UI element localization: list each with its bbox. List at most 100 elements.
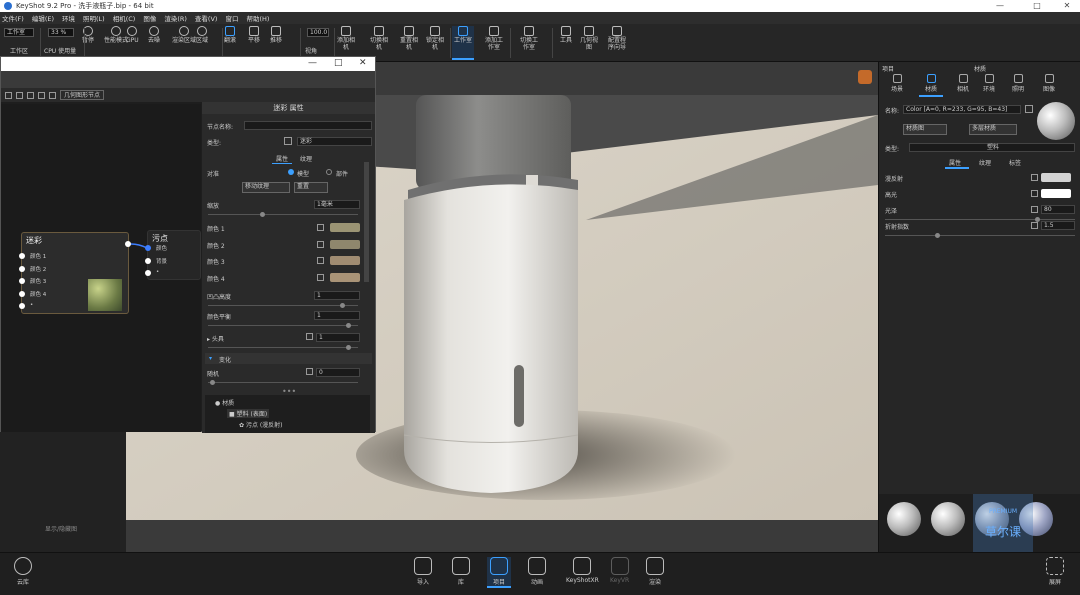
material-preview-ball[interactable] [1037, 102, 1075, 140]
menu-item-5[interactable]: 图像 [143, 13, 156, 23]
performance-button[interactable]: 性能模式 [104, 26, 128, 44]
material-graph-button[interactable]: 材质图 [903, 124, 947, 135]
material-name-input[interactable]: Color [A=0, R=233, G=95, B=43] [903, 105, 1021, 114]
diffuse-swatch[interactable] [1041, 173, 1071, 182]
texture-checker-icon[interactable] [317, 273, 324, 281]
menu-item-4[interactable]: 相机(C) [113, 13, 136, 23]
random-checker-icon[interactable] [306, 368, 313, 375]
animation-button[interactable]: 动画 [528, 557, 546, 586]
material-graph-window[interactable]: — □ ✕ 几何图形节点 迷彩 颜色 1 颜色 2 颜色 3 颜色 4 • 污点 颜色背… [0, 56, 376, 433]
library-ball-2[interactable] [931, 502, 965, 536]
tree-item-material[interactable]: ● 材质 [215, 398, 234, 407]
cloud-library-button[interactable]: 云库 [14, 557, 32, 586]
tab-5[interactable]: 图像 [1043, 74, 1055, 93]
subtab-1[interactable]: 纹理 [979, 158, 991, 167]
geometry-node-button[interactable]: 几何图形节点 [60, 90, 105, 100]
minimize-button[interactable]: — [985, 0, 1015, 12]
keyvr-button[interactable]: KeyVR [610, 557, 629, 584]
frame-tool-icon[interactable] [16, 91, 23, 99]
node-graph-canvas[interactable]: 迷彩 颜色 1 颜色 2 颜色 3 颜色 4 • 污点 颜色 背景 • [1, 104, 201, 432]
camo-node[interactable]: 迷彩 颜色 1 颜色 2 颜色 3 颜色 4 • [19, 232, 129, 314]
tab-texture[interactable]: 纹理 [300, 154, 312, 163]
pan-button[interactable]: 平移 [248, 26, 260, 44]
reset-button[interactable]: 重置 [294, 182, 328, 193]
color-3-swatch[interactable] [330, 256, 360, 265]
spots-input-port[interactable] [145, 257, 151, 264]
texture-checker-icon[interactable] [317, 257, 324, 264]
library-button[interactable]: 库 [452, 557, 470, 586]
close-button[interactable]: ✕ [1052, 0, 1080, 12]
render-status-icon[interactable] [858, 70, 872, 84]
tab-3[interactable]: 环境 [983, 74, 995, 93]
denoise-button[interactable]: 去噪 [148, 26, 160, 44]
texture-checker-icon[interactable] [306, 333, 313, 340]
prop-input-3[interactable]: 1.5 [1041, 221, 1075, 230]
texture-checker-icon[interactable] [317, 240, 324, 248]
texture-checker-icon[interactable] [1031, 190, 1038, 197]
prop-input-2[interactable]: 80 [1041, 205, 1075, 214]
radio-part[interactable] [326, 169, 332, 175]
camo-input-port[interactable] [19, 303, 25, 309]
prop-slider-2[interactable] [885, 217, 1075, 222]
fov-input[interactable]: 100.0 [307, 28, 329, 37]
random-slider[interactable] [208, 380, 358, 385]
geometry-view-button[interactable]: 几何视图 [578, 26, 600, 51]
color-4-swatch[interactable] [330, 272, 360, 282]
texture-checker-icon[interactable] [1031, 222, 1038, 229]
workspace-dropdown[interactable]: 工作室 [4, 28, 34, 37]
menu-item-6[interactable]: 渲染(R) [164, 13, 187, 23]
texture-checker-icon[interactable] [1031, 174, 1038, 181]
area-button[interactable]: 区域 [196, 26, 208, 44]
add-camera-button[interactable]: 添加相机 [335, 26, 357, 51]
variation-section[interactable]: ▾ 变化 [205, 353, 372, 364]
texture-checker-icon[interactable] [317, 224, 324, 231]
save-material-icon[interactable] [1025, 105, 1033, 113]
texture-checker-icon[interactable] [1031, 206, 1038, 213]
maximize-button[interactable]: □ [1022, 0, 1052, 12]
block-input[interactable]: 1 [316, 333, 360, 342]
menu-item-1[interactable]: 编辑(E) [32, 13, 54, 23]
tab-4[interactable]: 照明 [1012, 74, 1024, 93]
graph-maximize-button[interactable]: □ [334, 58, 343, 68]
connect-tool-icon[interactable] [49, 91, 56, 99]
tools-button[interactable]: 工具 [555, 26, 577, 44]
tab-properties[interactable]: 属性 [272, 154, 293, 164]
cpu-usage-dropdown[interactable]: 33 % [48, 28, 74, 37]
type-dropdown[interactable]: 迷彩 [297, 137, 372, 146]
camo-input-port[interactable] [19, 278, 25, 284]
tree-item-spots[interactable]: ✿ 污点 (漫反射) [239, 420, 283, 429]
graph-close-button[interactable]: ✕ [359, 58, 367, 68]
library-ball-1[interactable] [887, 502, 921, 536]
select-tool-icon[interactable] [5, 91, 12, 99]
camo-input-port[interactable] [19, 253, 25, 259]
camo-input-port[interactable] [19, 265, 25, 272]
switch-camera-button[interactable]: 切换相机 [368, 26, 390, 51]
reset-camera-button[interactable]: 重置相机 [398, 26, 420, 51]
menu-item-0[interactable]: 文件(F) [2, 13, 24, 23]
subtab-2[interactable]: 标签 [1009, 158, 1021, 167]
switch-studio-button[interactable]: 切换工作室 [518, 26, 540, 51]
render-button[interactable]: 渲染 [646, 557, 664, 586]
project-button[interactable]: 项目 [487, 557, 511, 588]
keyshotxr-button[interactable]: KeyShotXR [566, 557, 599, 584]
color-balance-slider[interactable] [208, 323, 358, 328]
dolly-button[interactable]: 推移 [270, 26, 282, 44]
color-2-swatch[interactable] [330, 239, 360, 249]
studio-button[interactable]: 工作室 [452, 26, 474, 60]
presentation-button[interactable]: 展屏 [1046, 557, 1064, 586]
import-button[interactable]: 导入 [414, 557, 432, 586]
move-texture-button[interactable]: 移动纹理 [242, 182, 290, 193]
bump-input[interactable]: 1 [314, 291, 360, 300]
radio-model[interactable] [288, 169, 294, 175]
tab-2[interactable]: 相机 [957, 74, 969, 93]
menu-item-7[interactable]: 查看(V) [195, 13, 218, 23]
configurator-button[interactable]: 配置程序向导 [606, 26, 628, 51]
props-scrollbar[interactable] [364, 162, 369, 282]
spots-input-port[interactable] [145, 270, 151, 276]
grid-tool-icon[interactable] [38, 91, 45, 99]
node-name-input[interactable] [244, 121, 372, 130]
block-slider[interactable] [208, 345, 358, 350]
menu-item-2[interactable]: 环境 [62, 13, 75, 23]
toggle-graph-label[interactable]: 显示/隐藏图 [45, 524, 77, 533]
color-1-swatch[interactable] [330, 223, 360, 232]
